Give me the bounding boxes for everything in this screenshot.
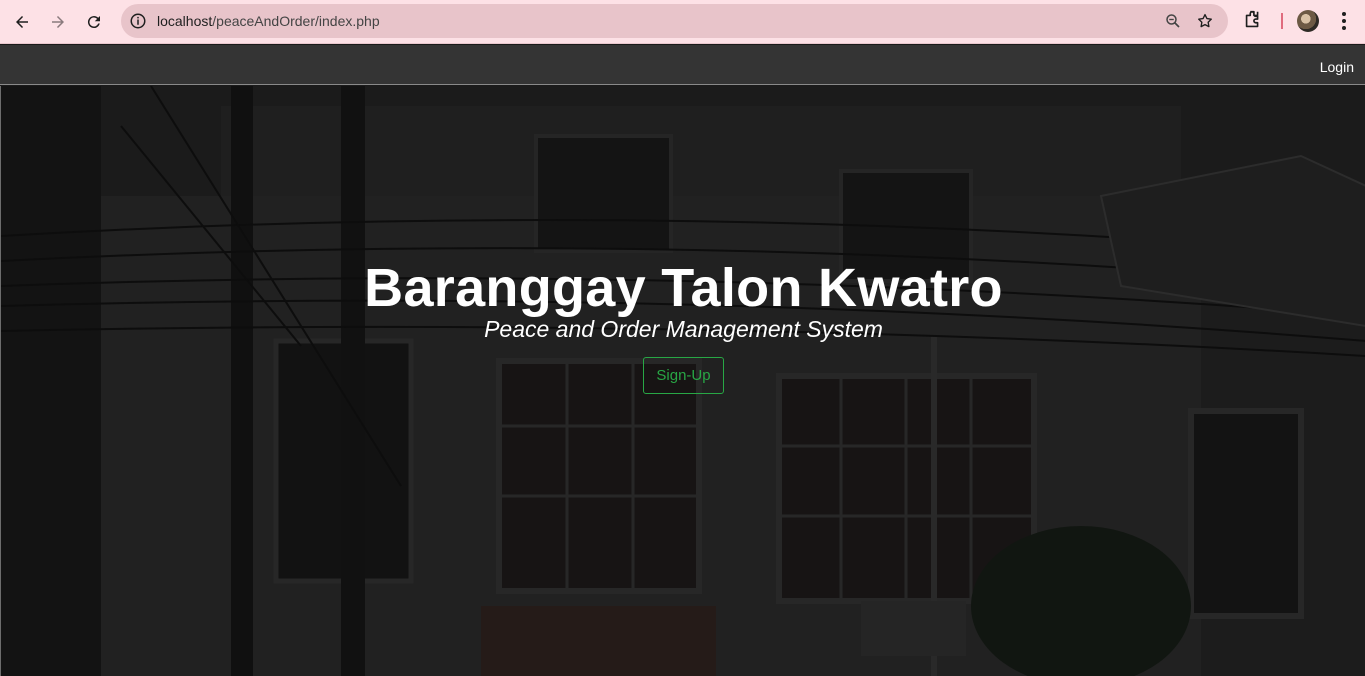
- toolbar-divider: [1281, 13, 1283, 29]
- more-menu-icon[interactable]: [1334, 10, 1354, 32]
- zoom-icon[interactable]: [1164, 12, 1182, 30]
- bookmark-star-icon[interactable]: [1196, 12, 1214, 30]
- arrow-left-icon: [16, 16, 28, 28]
- url-text[interactable]: localhost/peaceAndOrder/index.php: [157, 13, 380, 29]
- extensions-icon[interactable]: [1242, 9, 1264, 31]
- address-bar[interactable]: localhost/peaceAndOrder/index.php: [121, 4, 1228, 38]
- hero-subtitle: Peace and Order Management System: [484, 316, 883, 342]
- forward-button[interactable]: [42, 6, 74, 38]
- signup-button[interactable]: Sign-Up: [643, 357, 724, 394]
- hero-title: Baranggay Talon Kwatro: [364, 258, 1003, 318]
- reload-icon: [87, 16, 100, 29]
- info-icon[interactable]: [129, 12, 147, 30]
- arrow-right-icon: [52, 16, 64, 28]
- top-navbar: Login: [0, 45, 1365, 85]
- url-host: localhost: [157, 13, 213, 29]
- back-button[interactable]: [6, 6, 38, 38]
- hero-content: Baranggay Talon Kwatro Peace and Order M…: [1, 256, 1365, 394]
- browser-toolbar: localhost/peaceAndOrder/index.php: [0, 0, 1365, 44]
- login-link[interactable]: Login: [1320, 59, 1354, 75]
- hero-section: Baranggay Talon Kwatro Peace and Order M…: [0, 86, 1365, 676]
- reload-button[interactable]: [78, 6, 110, 38]
- profile-avatar[interactable]: [1297, 10, 1319, 32]
- url-path: /peaceAndOrder/index.php: [212, 13, 380, 29]
